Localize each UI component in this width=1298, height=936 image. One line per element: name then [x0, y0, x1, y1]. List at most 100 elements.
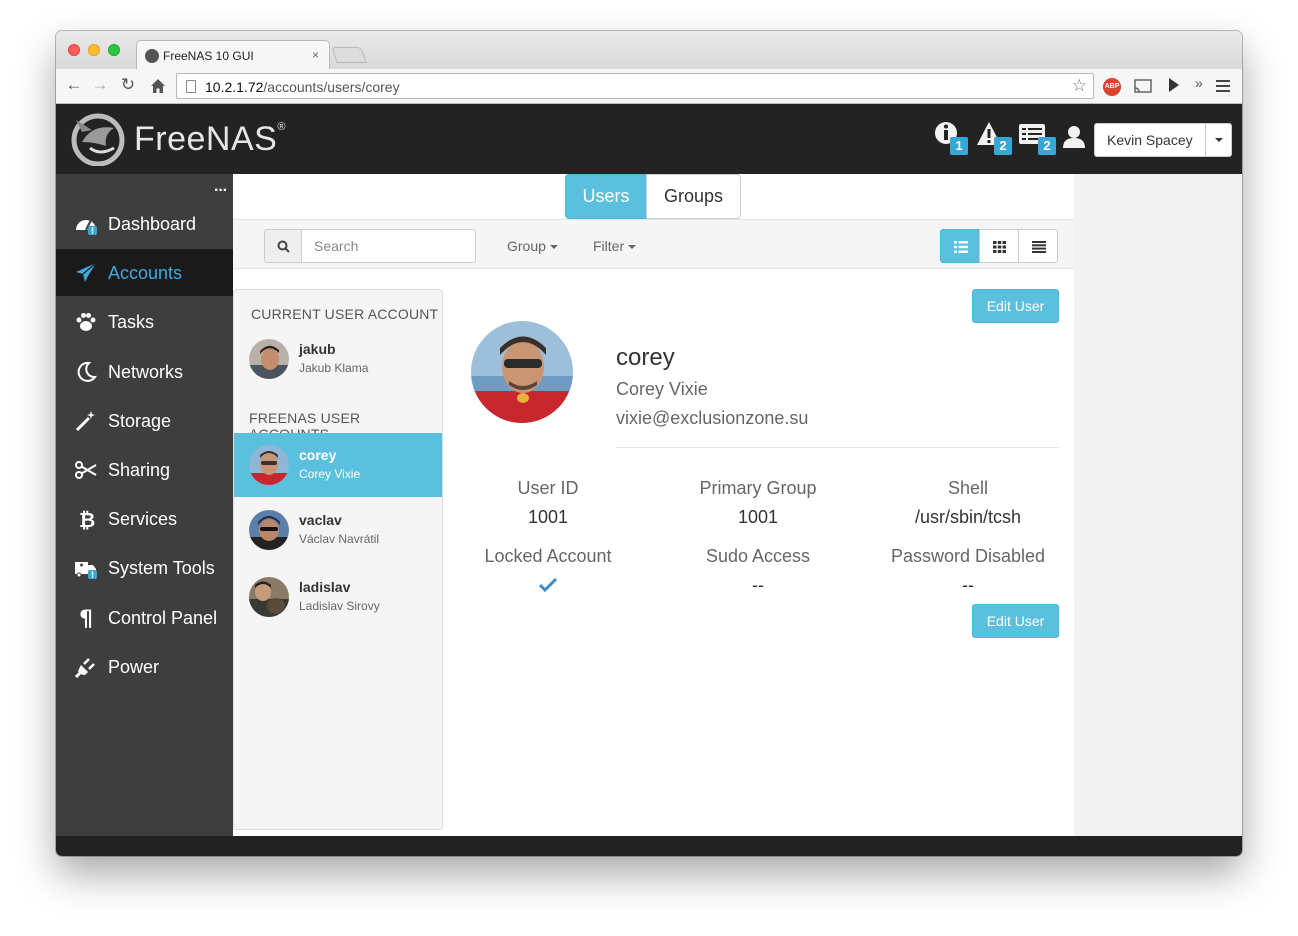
sidebar-item-label: Storage	[108, 411, 172, 431]
browser-toolbar: ← → ↻ 10.2.1.72/accounts/users/corey ☆ A…	[56, 69, 1242, 104]
edit-user-button[interactable]: Edit User	[972, 289, 1059, 323]
address-bar[interactable]: 10.2.1.72/accounts/users/corey ☆	[176, 73, 1094, 99]
extensions-overflow-icon[interactable]: »	[1195, 75, 1203, 91]
adblock-plus-icon[interactable]: ABP	[1103, 78, 1121, 96]
freenas-favicon-icon	[145, 49, 159, 63]
sidebar-item-dashboard[interactable]: Dashboard	[56, 200, 233, 247]
info-notifications[interactable]: 1	[934, 121, 968, 155]
search-button[interactable]	[264, 229, 302, 263]
sidebar-item-storage[interactable]: Storage	[56, 397, 233, 444]
table-view-button[interactable]	[1018, 229, 1058, 263]
freenas-logo[interactable]: FreeNAS®	[70, 112, 286, 166]
home-icon[interactable]	[148, 78, 168, 94]
sidebar-item-label: Power	[108, 657, 160, 677]
menu-icon[interactable]	[1216, 79, 1230, 93]
flash-off-icon[interactable]	[1166, 77, 1182, 95]
freenas-shark-icon	[71, 113, 125, 166]
filter-bar: Search Group Filter	[233, 219, 1074, 269]
user-email: vixie@exclusionzone.su	[616, 408, 809, 428]
list-item[interactable]: ladislav Ladislav Sirovy	[234, 565, 442, 629]
shell-label: Shell	[947, 478, 989, 498]
reload-icon[interactable]: ↻	[118, 75, 138, 95]
list-item[interactable]: jakub Jakub Klama	[234, 327, 442, 391]
tab-users[interactable]: Users	[565, 174, 647, 219]
back-arrow-icon[interactable]: ←	[64, 75, 84, 95]
paper-plane-icon	[76, 262, 97, 282]
list-detail-icon	[954, 241, 968, 253]
search-input[interactable]: Search	[301, 229, 476, 263]
checkmark-icon	[539, 578, 557, 592]
password-disabled-label: Password Disabled	[890, 546, 1046, 566]
bookmark-star-icon[interactable]: ☆	[1072, 76, 1087, 96]
fullname: Jakub Klama	[299, 361, 369, 375]
tab-close-icon[interactable]: ×	[312, 48, 319, 62]
sidebar-item-label: Sharing	[108, 460, 171, 480]
sidebar-item-label: Networks	[108, 362, 184, 382]
browser-tab[interactable]: FreeNAS 10 GUI ×	[136, 40, 330, 69]
sidebar-item-sharing[interactable]: Sharing	[56, 446, 233, 493]
paw-icon	[76, 313, 96, 331]
avatar	[249, 577, 289, 617]
edit-user-button[interactable]: Edit User	[972, 604, 1059, 638]
browser-window: FreeNAS 10 GUI × ← → ↻ 10.2.1.72/account…	[56, 31, 1242, 856]
sidebar-item-networks[interactable]: Networks	[56, 348, 233, 395]
sidebar: ··· Dashboard Accounts Tasks Networks St…	[56, 174, 233, 836]
list-item[interactable]: vaclav Václav Navrátil	[234, 498, 442, 562]
svg-text:¶: ¶	[79, 607, 93, 630]
page-icon	[186, 80, 196, 93]
chevron-down-icon	[1215, 138, 1223, 142]
grid-icon	[993, 241, 1006, 253]
grid-view-button[interactable]	[979, 229, 1019, 263]
primary-group-label: Primary Group	[699, 478, 817, 498]
sidebar-item-power[interactable]: Power	[56, 643, 233, 690]
group-dropdown[interactable]: Group	[507, 238, 558, 254]
app-header: FreeNAS® 1 2 2	[56, 104, 1242, 174]
detail-view-button[interactable]	[940, 229, 980, 263]
cast-icon[interactable]	[1134, 79, 1152, 94]
paragraph-icon: ¶	[79, 607, 93, 630]
sidebar-item-label: Tasks	[108, 312, 155, 332]
sidebar-item-services[interactable]: ₿ Services	[56, 495, 233, 542]
minimize-window-button[interactable]	[88, 44, 100, 56]
sidebar-more-icon[interactable]: ···	[214, 182, 228, 200]
dashboard-icon	[76, 219, 97, 235]
filter-dropdown[interactable]: Filter	[593, 238, 637, 254]
username: jakub	[299, 341, 336, 357]
alert-notifications[interactable]: 2	[976, 121, 1012, 155]
zoom-window-button[interactable]	[108, 44, 120, 56]
sidebar-item-label: System Tools	[108, 558, 215, 578]
chevron-down-icon	[549, 245, 558, 250]
main-content: Users Groups Search Group Filter CURRENT…	[233, 174, 1074, 836]
sidebar-item-accounts[interactable]: Accounts	[56, 249, 233, 296]
search-icon	[277, 240, 290, 253]
url-path: /accounts/users/corey	[263, 79, 400, 95]
list-item[interactable]: corey Corey Vixie	[234, 433, 442, 497]
user-menu-toggle[interactable]	[1205, 124, 1231, 156]
task-notifications[interactable]: 2	[1018, 121, 1056, 155]
avatar	[249, 510, 289, 550]
close-window-button[interactable]	[68, 44, 80, 56]
tab-groups[interactable]: Groups	[646, 174, 741, 219]
user-menu-label: Kevin Spacey	[1107, 132, 1193, 148]
user-id-value: 1001	[527, 507, 569, 527]
forward-arrow-icon[interactable]: →	[90, 75, 110, 95]
magic-wand-icon	[75, 411, 95, 432]
right-gutter	[1074, 174, 1242, 836]
new-tab-button[interactable]	[331, 47, 367, 63]
svg-text:₿: ₿	[79, 508, 95, 531]
password-disabled-value: --	[962, 575, 974, 595]
plug-icon	[74, 658, 95, 679]
username: ladislav	[299, 579, 351, 595]
user-list: CURRENT USER ACCOUNT jakub Jakub Klama F…	[233, 289, 443, 830]
sidebar-item-control-panel[interactable]: ¶ Control Panel	[56, 594, 233, 641]
sidebar-item-tasks[interactable]: Tasks	[56, 298, 233, 345]
avatar	[249, 445, 289, 485]
group-dropdown-label: Group	[507, 238, 546, 254]
sidebar-item-system-tools[interactable]: System Tools	[56, 544, 233, 591]
user-full-name: Corey Vixie	[616, 379, 708, 399]
fullname: Ladislav Sirovy	[299, 599, 380, 613]
user-avatar	[471, 321, 573, 423]
user-menu-button[interactable]: Kevin Spacey	[1094, 123, 1232, 157]
user-icon[interactable]	[1062, 122, 1086, 152]
scissors-icon	[75, 461, 97, 479]
